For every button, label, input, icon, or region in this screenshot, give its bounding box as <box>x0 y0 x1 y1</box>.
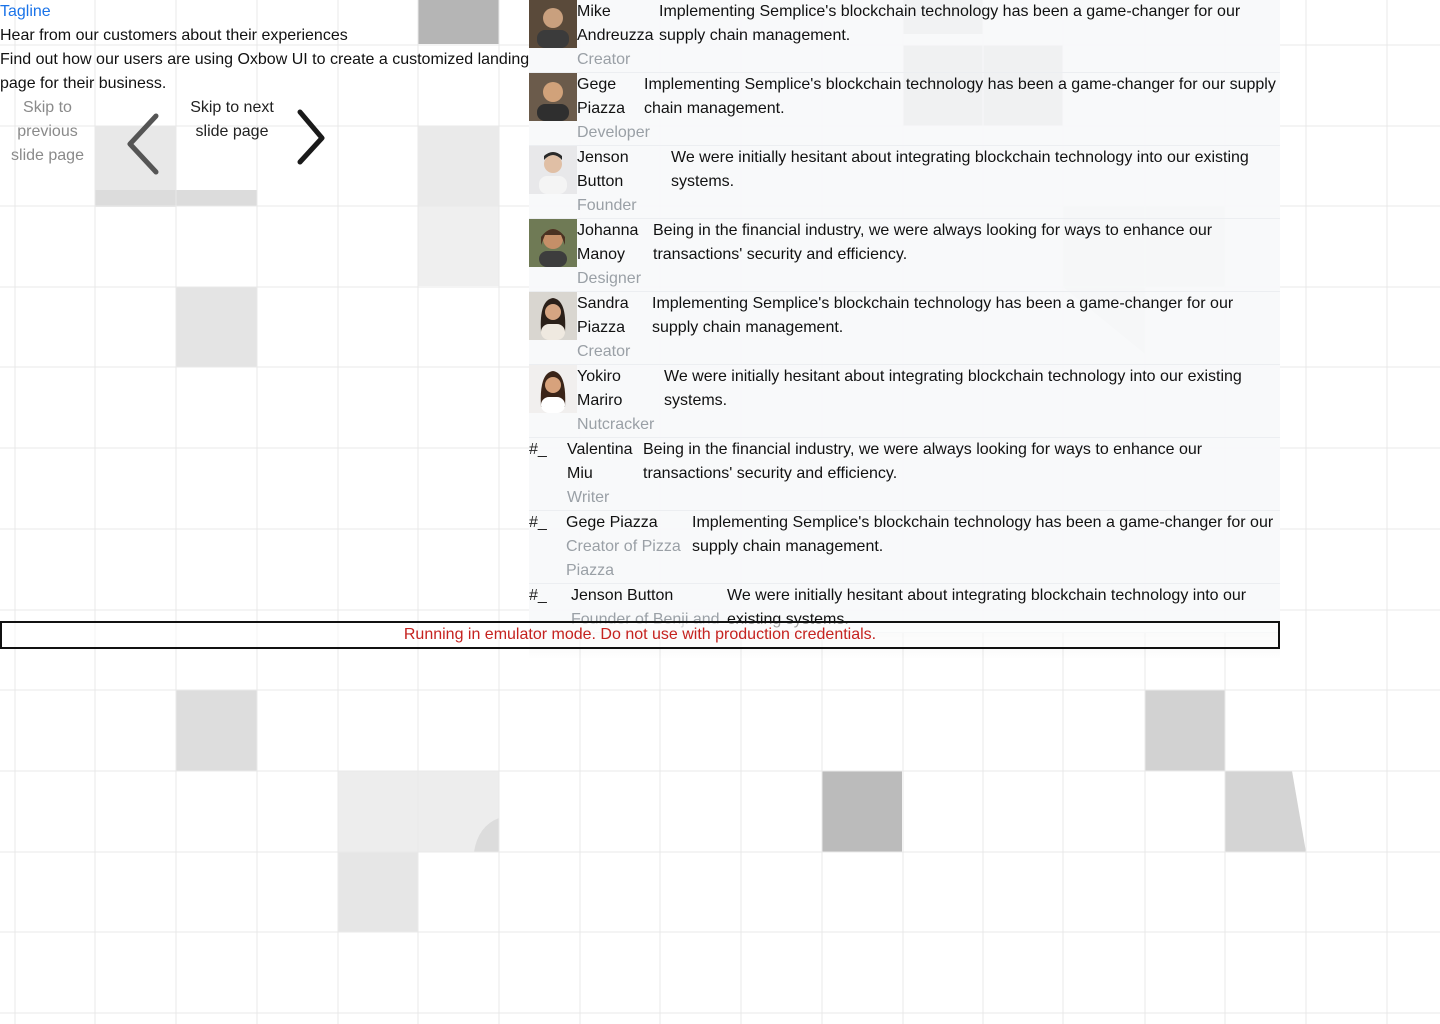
next-slide-button[interactable]: Skip to next slide page <box>190 96 274 168</box>
reviewer-role: Creator <box>577 343 631 360</box>
avatar <box>529 146 577 194</box>
reviewer-name: Mike Andreuzza <box>577 3 654 44</box>
reviewer-name: Sandra Piazza <box>577 295 629 336</box>
section-title: Hear from our customers about their expe… <box>0 27 348 44</box>
testimonial-quote: Being in the financial industry, we were… <box>643 441 1203 482</box>
reviewer-role: Designer <box>577 270 642 287</box>
testimonial-quote: Implementing Semplice's blockchain techn… <box>644 76 1276 117</box>
reviewer-name: Johanna Manoy <box>577 222 639 263</box>
reviewer-role: Creator <box>577 51 631 68</box>
avatar <box>529 219 577 267</box>
testimonial-card: Mike Andreuzza Creator Implementing Semp… <box>529 0 1280 73</box>
reviewer-role: Founder <box>577 197 637 214</box>
avatar <box>529 292 577 340</box>
reviewer-name: Jenson Button <box>577 149 629 190</box>
chevron-left-icon[interactable] <box>114 104 174 184</box>
broken-image-icon: #_ <box>529 514 547 531</box>
reviewer-name: Gege Piazza <box>566 514 658 531</box>
tagline: Tagline <box>0 3 51 20</box>
testimonial-card: Sandra Piazza Creator Implementing Sempl… <box>529 292 1280 365</box>
testimonial-card: Gege Piazza Developer Implementing Sempl… <box>529 73 1280 146</box>
testimonial-card: Jenson Button Founder We were initially … <box>529 146 1280 219</box>
reviewer-name: Valentina Miu <box>567 441 633 482</box>
previous-slide-button[interactable]: Skip to previous slide page <box>0 96 95 168</box>
testimonial-quote: Implementing Semplice's blockchain techn… <box>692 514 1274 555</box>
testimonial-card: Yokiro Mariro Nutcracker We were initial… <box>529 365 1280 438</box>
reviewer-name: Jenson Button <box>571 587 674 604</box>
emulator-warning-banner: Running in emulator mode. Do not use wit… <box>0 621 1280 649</box>
reviewer-name: Yokiro Mariro <box>577 368 623 409</box>
testimonial-quote: Being in the financial industry, we were… <box>653 222 1213 263</box>
chevron-right-icon[interactable] <box>282 100 342 180</box>
testimonials-header: Tagline Hear from our customers about th… <box>0 0 530 96</box>
reviewer-role: Writer <box>567 489 610 506</box>
testimonial-card: #_ Gege Piazza Creator of Pizza Piazza I… <box>529 511 1280 584</box>
avatar <box>529 365 577 413</box>
broken-image-icon: #_ <box>529 441 547 458</box>
testimonial-quote: We were initially hesitant about integra… <box>671 149 1249 190</box>
testimonial-card: Johanna Manoy Designer Being in the fina… <box>529 219 1280 292</box>
testimonial-list: Mike Andreuzza Creator Implementing Semp… <box>529 0 1280 633</box>
testimonial-quote: We were initially hesitant about integra… <box>664 368 1242 409</box>
avatar <box>529 0 577 48</box>
avatar <box>529 73 577 121</box>
testimonial-quote: Implementing Semplice's blockchain techn… <box>659 3 1241 44</box>
reviewer-role: Developer <box>577 124 650 141</box>
testimonial-card: #_ Valentina Miu Writer Being in the fin… <box>529 438 1280 511</box>
section-description: Find out how our users are using Oxbow U… <box>0 51 530 92</box>
broken-image-icon: #_ <box>529 587 547 604</box>
reviewer-name: Gege Piazza <box>577 76 626 117</box>
reviewer-role: Creator of Pizza Piazza <box>566 538 681 579</box>
reviewer-role: Nutcracker <box>577 416 655 433</box>
testimonial-quote: Implementing Semplice's blockchain techn… <box>652 295 1234 336</box>
